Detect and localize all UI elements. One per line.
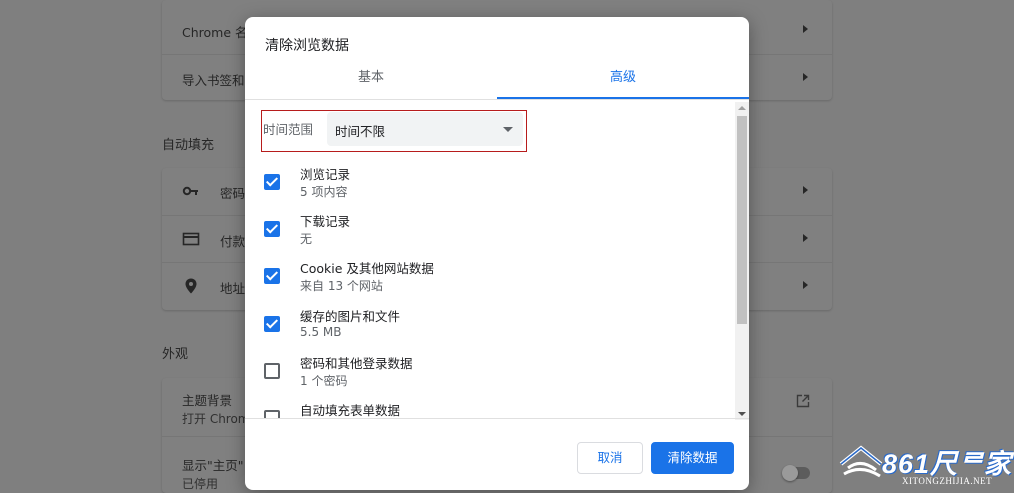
scroll-down-arrow-icon[interactable] [738,412,746,416]
option-label: 缓存的图片和文件 [300,309,401,324]
payments-label: 付款 [220,234,246,249]
option-browsing-history: 浏览记录 5 项内容 [245,164,735,211]
options-scrollbar[interactable] [735,102,749,420]
option-detail: 无 [300,232,313,246]
scrollbar-thumb[interactable] [737,116,747,324]
scroll-up-arrow-icon[interactable] [738,106,746,110]
theme-subtitle: 打开 Chrom [182,412,250,426]
footer-divider [245,418,749,419]
autofill-data-checkbox[interactable] [264,410,280,418]
option-download-history: 下载记录 无 [245,211,735,258]
cached-files-checkbox[interactable] [264,316,280,332]
chevron-right-icon [803,281,808,289]
chevron-right-icon [803,25,808,33]
option-autofill-data: 自动填充表单数据 [245,400,735,418]
option-detail: 5.5 MB [300,325,342,339]
browsing-history-checkbox[interactable] [264,174,280,190]
option-detail: 5 项内容 [300,185,348,199]
clear-browsing-data-dialog: 清除浏览数据 基本 高级 时间范围 时间不限 浏览记录 5 项内容 下载记录 无… [245,17,749,490]
house-logo-icon [839,445,883,478]
chevron-right-icon [803,234,808,242]
option-detail: 来自 13 个网站 [300,279,383,293]
appearance-heading: 外观 [162,347,189,362]
open-in-new-icon[interactable] [796,394,810,408]
chevron-right-icon [803,186,808,194]
time-range-select[interactable]: 时间不限 [327,112,523,146]
option-label: Cookie 及其他网站数据 [300,261,434,276]
home-button-subtitle: 已停用 [182,477,219,491]
clear-data-button[interactable]: 清除数据 [651,442,734,474]
option-cookies: Cookie 及其他网站数据 来自 13 个网站 [245,258,735,305]
cancel-button[interactable]: 取消 [577,442,643,474]
dropdown-caret-icon [503,127,513,132]
tab-advanced[interactable]: 高级 [497,60,749,100]
option-detail: 1 个密码 [300,374,348,388]
option-cached-files: 缓存的图片和文件 5.5 MB [245,306,735,353]
option-label: 下载记录 [300,214,351,229]
chevron-right-icon [803,73,808,81]
addresses-label: 地址 [220,281,246,296]
site-watermark: 861尺ᄅ家 XITONGZHIJIA.NET [838,440,1014,493]
location-pin-icon [185,278,197,294]
autofill-heading: 自动填充 [162,138,215,153]
key-icon [182,186,198,196]
option-passwords: 密码和其他登录数据 1 个密码 [245,353,735,400]
watermark-domain: XITONGZHIJIA.NET [902,476,993,486]
credit-card-icon [182,232,200,246]
option-label: 浏览记录 [300,167,351,182]
theme-title: 主题背景 [182,393,233,408]
import-bookmarks-label: 导入书签和 [182,73,245,88]
option-label: 密码和其他登录数据 [300,356,413,371]
options-scroll-area[interactable]: 时间范围 时间不限 浏览记录 5 项内容 下载记录 无 Cookie 及其他网站… [245,100,749,418]
option-label: 自动填充表单数据 [300,403,401,418]
home-button-toggle[interactable] [782,465,810,481]
time-range-label: 时间范围 [263,122,314,137]
cookies-checkbox[interactable] [264,268,280,284]
time-range-value: 时间不限 [335,124,386,139]
chrome-name-label: Chrome 名 [182,25,248,40]
passwords-checkbox[interactable] [264,363,280,379]
dialog-title: 清除浏览数据 [265,38,349,54]
passwords-label: 密码 [220,186,246,201]
home-button-title: 显示"主页" [182,458,244,473]
tab-basic[interactable]: 基本 [245,60,497,100]
download-history-checkbox[interactable] [264,221,280,237]
